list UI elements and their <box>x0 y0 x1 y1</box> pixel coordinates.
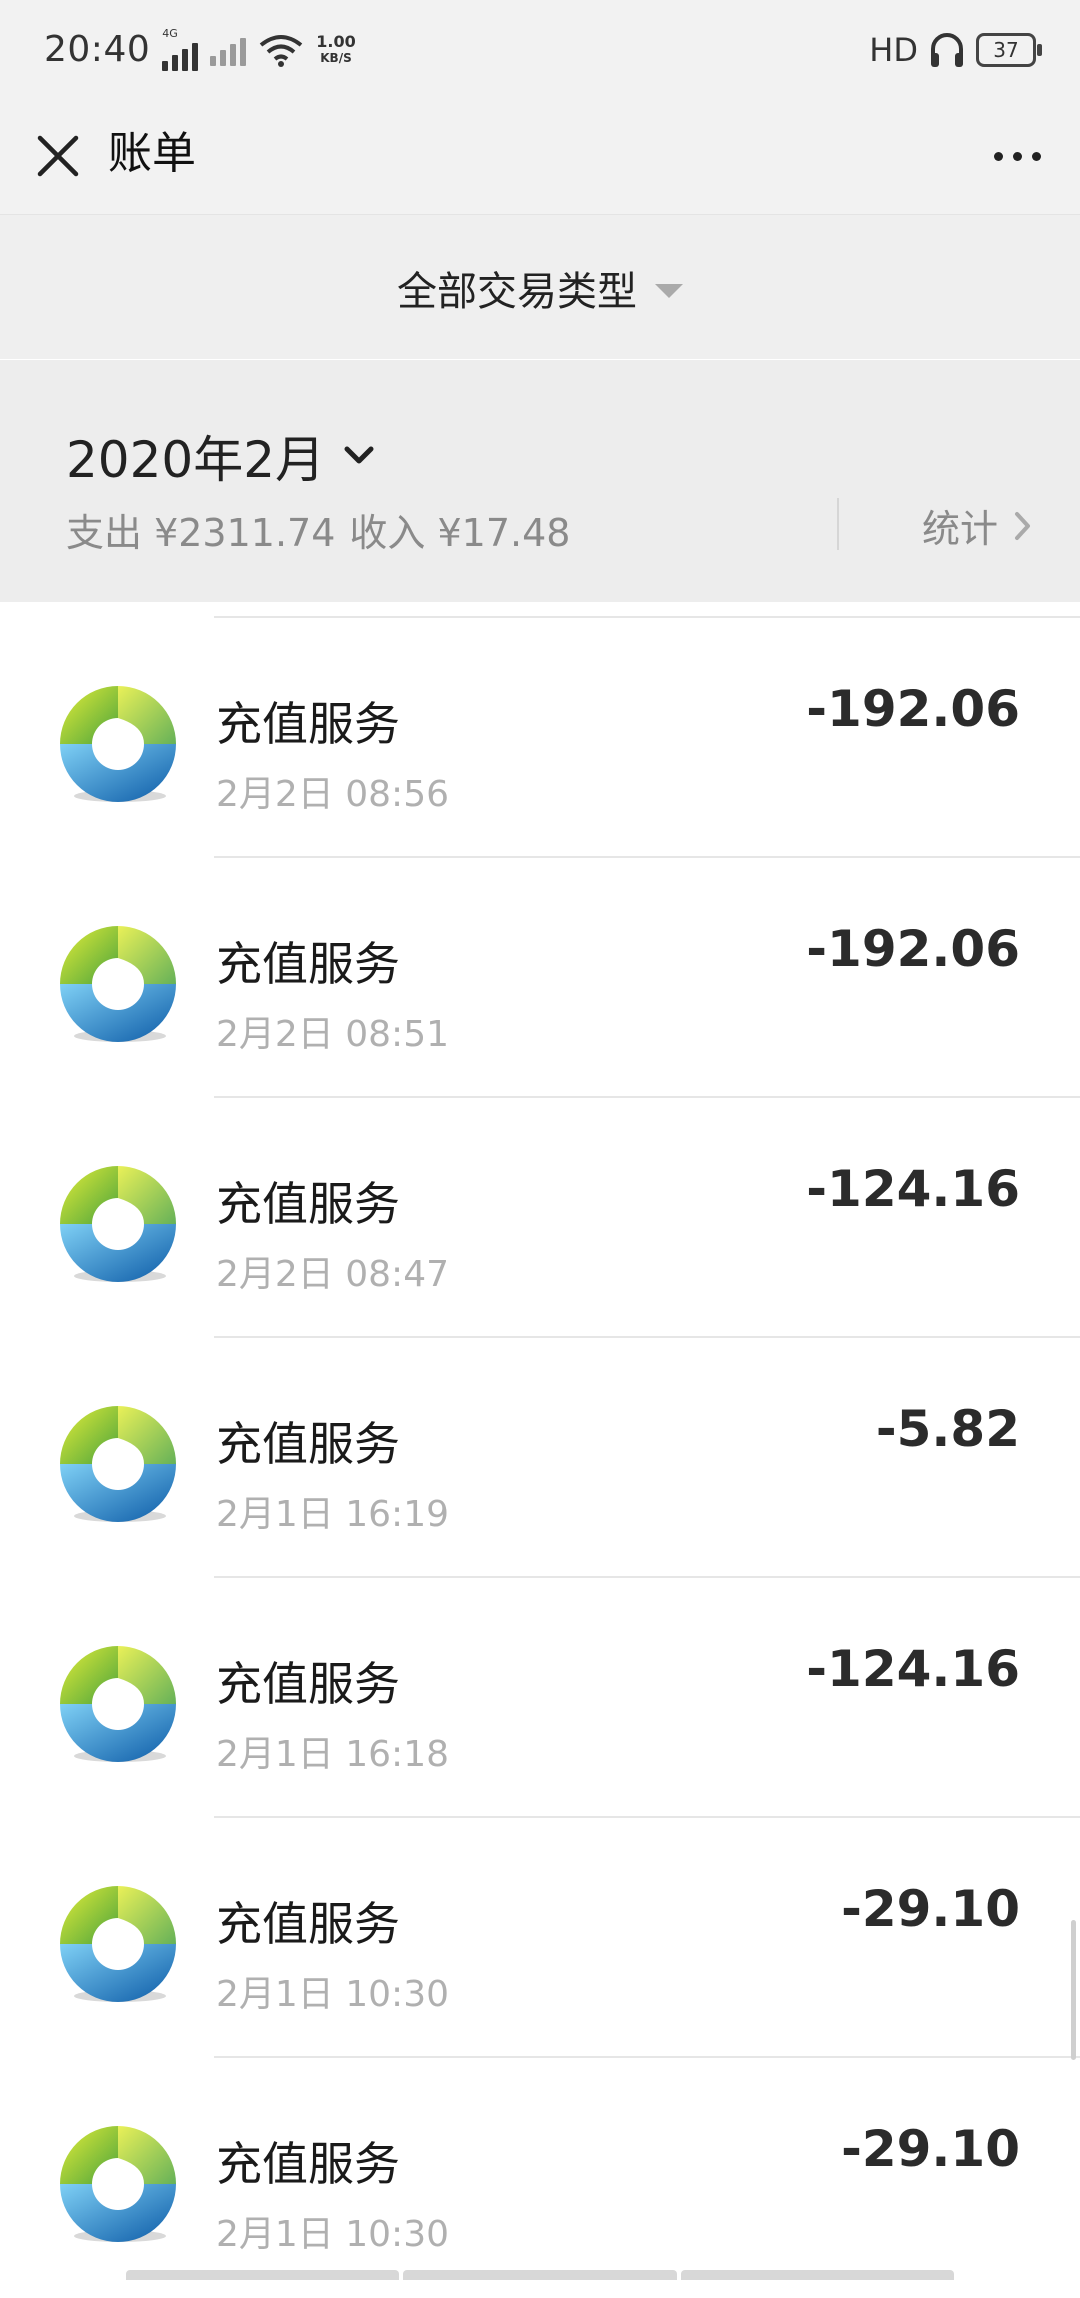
close-icon <box>37 135 79 177</box>
transaction-item[interactable]: 充值服务 2月2日 08:47 -124.16 <box>0 1098 1080 1338</box>
status-left: 20:40 4G 1.00 KB/S <box>44 28 356 71</box>
chevron-right-icon <box>1015 511 1030 540</box>
transaction-amount: -29.10 <box>841 1880 1020 1938</box>
month-summary: 支出 ¥2311.74 收入 ¥17.48 <box>66 502 570 557</box>
filter-label: 全部交易类型 <box>397 269 637 315</box>
transaction-amount: -124.16 <box>806 1640 1020 1698</box>
transaction-time: 2月1日 16:19 <box>216 1494 449 1535</box>
scrollbar[interactable] <box>1071 1920 1076 2060</box>
status-time: 20:40 <box>44 29 151 70</box>
chevron-down-icon <box>344 446 374 464</box>
recharge-service-icon <box>60 1886 176 2002</box>
recharge-service-icon <box>60 1406 176 1522</box>
transaction-item[interactable]: 充值服务 2月1日 10:30 -29.10 <box>0 1818 1080 2058</box>
filter-bar: 全部交易类型 <box>0 215 1080 359</box>
transaction-amount: -124.16 <box>806 1160 1020 1218</box>
month-header: 2020年2月 支出 ¥2311.74 收入 ¥17.48 统计 <box>0 360 1080 602</box>
bottom-tab[interactable] <box>680 2270 954 2280</box>
recharge-service-icon <box>60 1646 176 1762</box>
transaction-item[interactable]: 充值服务 2月1日 10:30 -29.10 <box>0 2058 1080 2298</box>
transaction-time: 2月2日 08:51 <box>216 1014 449 1055</box>
page-title: 账单 <box>108 128 196 179</box>
battery-icon: 37 <box>976 33 1042 67</box>
transaction-title: 充值服务 <box>216 937 400 991</box>
transaction-title: 充值服务 <box>216 2137 400 2191</box>
recharge-service-icon <box>60 1166 176 1282</box>
transaction-item[interactable]: 充值服务 2月2日 08:56 -192.06 <box>0 618 1080 858</box>
transaction-title: 充值服务 <box>216 1177 400 1231</box>
more-icon <box>993 151 1003 161</box>
dropdown-triangle-icon <box>655 284 683 298</box>
transaction-title: 充值服务 <box>216 1897 400 1951</box>
transaction-item[interactable]: 充值服务 2月1日 16:19 -5.82 <box>0 1338 1080 1578</box>
transaction-time: 2月2日 08:47 <box>216 1254 449 1295</box>
divider <box>837 498 839 550</box>
transaction-time: 2月1日 10:30 <box>216 1974 449 2015</box>
expense-total: 支出 ¥2311.74 <box>66 511 336 555</box>
transaction-time: 2月1日 10:30 <box>216 2214 449 2255</box>
headphone-icon <box>931 33 963 67</box>
bottom-tabs <box>126 2270 954 2280</box>
transaction-title: 充值服务 <box>216 1417 400 1471</box>
stats-label: 统计 <box>921 507 998 551</box>
signal-strength-icon <box>162 39 199 71</box>
transaction-amount: -5.82 <box>875 1400 1020 1458</box>
signal-strength-2-icon <box>210 34 247 66</box>
network-speed-value: 1.00 <box>316 31 356 51</box>
transaction-item[interactable]: 充值服务 2月2日 08:51 -192.06 <box>0 858 1080 1098</box>
network-speed-unit: KB/S <box>320 50 352 65</box>
month-selector[interactable]: 2020年2月 <box>66 420 377 492</box>
close-button[interactable] <box>28 126 88 186</box>
network-type-label: 4G <box>162 27 178 40</box>
signal-1: 4G <box>162 27 199 71</box>
transaction-title: 充值服务 <box>216 1657 400 1711</box>
more-button[interactable] <box>984 126 1050 186</box>
network-speed: 1.00 KB/S <box>316 31 356 66</box>
recharge-service-icon <box>60 2126 176 2242</box>
month-label: 2020年2月 <box>66 431 326 489</box>
stats-button[interactable]: 统计 <box>922 498 1032 553</box>
transaction-amount: -192.06 <box>806 680 1020 738</box>
transaction-amount: -29.10 <box>841 2120 1020 2178</box>
transaction-item[interactable]: 充值服务 2月1日 16:18 -124.16 <box>0 1578 1080 1818</box>
recharge-service-icon <box>60 926 176 1042</box>
recharge-service-icon <box>60 686 176 802</box>
transaction-list: 充值服务 2月2日 08:56 -192.06 充值服务 2月2日 08:51 … <box>0 602 1080 2280</box>
hd-label: HD <box>869 31 918 69</box>
bottom-tab[interactable] <box>403 2270 677 2280</box>
status-bar: 20:40 4G 1.00 KB/S HD 37 <box>0 0 1080 104</box>
transaction-time: 2月1日 16:18 <box>216 1734 449 1775</box>
wifi-icon <box>260 34 303 67</box>
status-right: HD 37 <box>869 30 1042 70</box>
transaction-type-filter[interactable]: 全部交易类型 <box>0 263 1080 315</box>
title-bar: 账单 <box>0 104 1080 215</box>
transaction-amount: -192.06 <box>806 920 1020 978</box>
transaction-time: 2月2日 08:56 <box>216 774 449 815</box>
bottom-tab[interactable] <box>126 2270 400 2280</box>
income-total: 收入 ¥17.48 <box>349 511 571 555</box>
transaction-title: 充值服务 <box>216 697 400 751</box>
